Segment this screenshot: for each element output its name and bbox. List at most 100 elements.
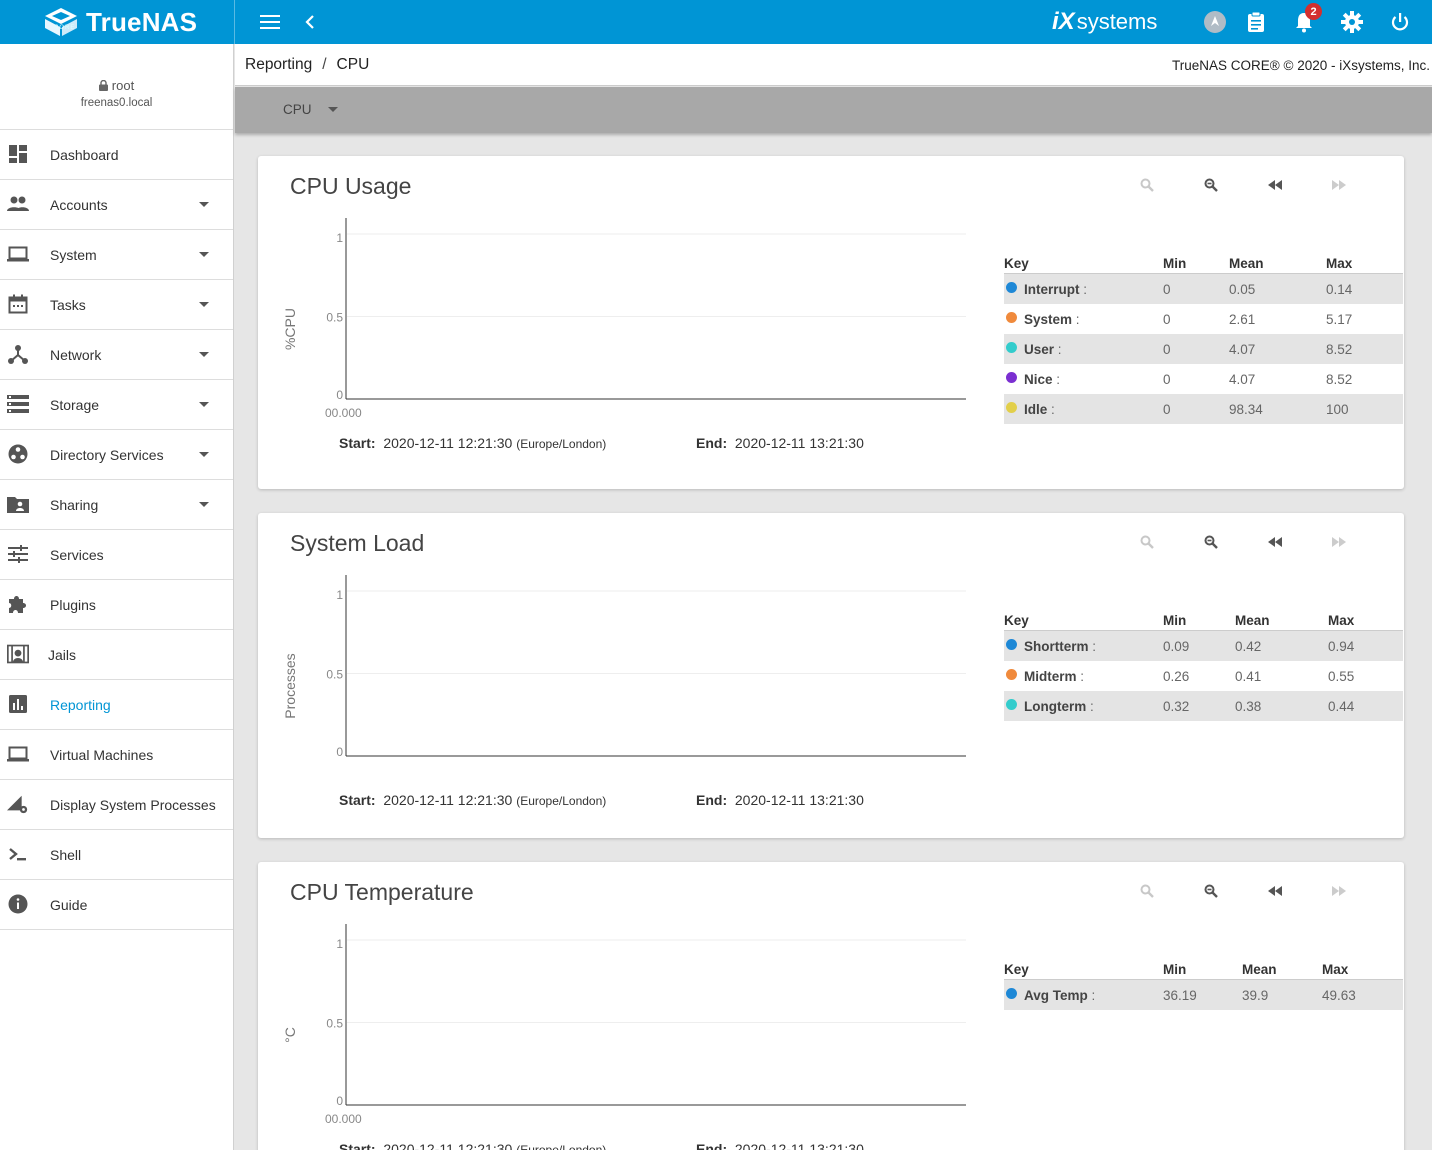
legend-key-text: Midterm: [1024, 669, 1077, 684]
report-type-value: CPU: [283, 102, 312, 117]
ixsystems-logo-systems: systems: [1076, 9, 1158, 34]
sidebar-item-tasks[interactable]: Tasks: [0, 280, 233, 330]
legend-mean-value: 2.61: [1229, 312, 1256, 327]
legend-key-colon: :: [1052, 372, 1061, 387]
sidebar-item-label: Dashboard: [50, 146, 119, 163]
legend-key-name: Midterm :: [1024, 669, 1084, 684]
sidebar-item-storage[interactable]: Storage: [0, 380, 233, 430]
sidebar-item-reporting[interactable]: Reporting: [0, 680, 233, 730]
truenas-logo[interactable]: TrueNAS CORE: [0, 0, 234, 44]
sidebar-item-virtual-machines[interactable]: Virtual Machines: [0, 730, 233, 780]
sidebar-item-label: Reporting: [50, 696, 111, 713]
start-label: Start:: [339, 1141, 376, 1150]
sidebar-item-services[interactable]: Services: [0, 530, 233, 580]
legend-row[interactable]: Longterm : 0.32 0.38 0.44: [1004, 691, 1403, 721]
y-axis-label: Processes: [282, 653, 298, 719]
storage-icon: [7, 393, 29, 415]
sidebar-item-label: Network: [50, 346, 102, 363]
sidebar-item-jails[interactable]: Jails: [0, 630, 233, 680]
breadcrumb-parent[interactable]: Reporting: [245, 56, 312, 73]
legend-key-name: Idle :: [1024, 402, 1055, 417]
legend-key-text: Longterm: [1024, 699, 1087, 714]
y-tick-label: 0: [336, 388, 343, 402]
start-label: Start:: [339, 435, 376, 451]
tune-icon: [7, 543, 29, 565]
chevron-down-icon: [327, 107, 338, 112]
sidebar-item-sharing[interactable]: Sharing: [0, 480, 233, 530]
sidebar-item-accounts[interactable]: Accounts: [0, 180, 233, 230]
legend-key-colon: :: [1088, 639, 1097, 654]
gear-icon[interactable]: [1340, 10, 1364, 34]
legend-min-value: 0: [1163, 282, 1171, 297]
legend-key-text: Idle: [1024, 402, 1048, 417]
lock-icon: [98, 80, 108, 91]
sidebar-item-dashboard[interactable]: Dashboard: [0, 130, 233, 180]
sidebar-item-label: Services: [50, 546, 104, 563]
legend-mean-value: 4.07: [1229, 342, 1256, 357]
sidebar-item-directory-services[interactable]: Directory Services: [0, 430, 233, 480]
host-name: freenas0.local: [80, 97, 153, 109]
legend-max-value: 0.14: [1326, 282, 1353, 297]
legend-key-text: System: [1024, 312, 1073, 327]
legend-row[interactable]: System : 0 2.61 5.17: [1004, 304, 1403, 334]
sidebar-item-shell[interactable]: Shell: [0, 830, 233, 880]
brand-sub: CORE: [54, 25, 76, 31]
chart-card-cpu-usage: CPU Usage 1 0.5 0 00.000 %CPU Start: 202…: [258, 156, 1404, 489]
legend-key-name: Shortterm :: [1024, 639, 1096, 654]
sidebar: root freenas0.local Dashboard Accounts S…: [0, 44, 234, 1150]
chevron-down-icon: [199, 352, 209, 357]
user-info: root freenas0.local: [0, 44, 233, 130]
y-tick-label: 1: [336, 588, 343, 602]
menu-icon[interactable]: [258, 10, 282, 34]
legend-mean-value: 0.42: [1235, 639, 1262, 654]
end-label: End:: [696, 435, 728, 451]
folder-shared-icon: [7, 493, 29, 515]
legend-header-max: Max: [1326, 256, 1353, 271]
chevron-down-icon: [199, 502, 209, 507]
legend-header-min: Min: [1163, 613, 1187, 628]
legend-key-colon: :: [1076, 669, 1085, 684]
legend-header-mean: Mean: [1229, 256, 1264, 271]
legend-key-name: Interrupt :: [1024, 282, 1087, 297]
legend-key-text: Interrupt: [1024, 282, 1080, 297]
sidebar-item-display-system-processes[interactable]: Display System Processes: [0, 780, 233, 830]
sidebar-item-label: Accounts: [50, 196, 108, 213]
y-tick-label: 0.5: [326, 311, 343, 325]
legend-color-dot: [1006, 639, 1017, 650]
logo-divider: [234, 0, 235, 44]
accounts-icon: [7, 193, 29, 215]
clipboard-icon[interactable]: [1244, 10, 1268, 34]
y-tick-label: 0.5: [326, 1017, 343, 1031]
legend-color-dot: [1006, 312, 1017, 323]
legend-row[interactable]: Midterm : 0.26 0.41 0.55: [1004, 661, 1403, 691]
legend-table: Key Min Mean Max Interrupt : 0 0.05 0.14 Sys…: [1004, 254, 1403, 424]
time-range: Start: 2020-12-11 12:21:30 (Europe/Londo…: [339, 1141, 864, 1150]
sidebar-item-plugins[interactable]: Plugins: [0, 580, 233, 630]
breadcrumb-bar: Reporting / CPU TrueNAS CORE® © 2020 - iXs…: [235, 44, 1432, 86]
legend-row[interactable]: Interrupt : 0 0.05 0.14: [1004, 274, 1403, 304]
legend-row[interactable]: Avg Temp : 36.19 39.9 49.63: [1004, 980, 1403, 1010]
legend-header-max: Max: [1328, 613, 1355, 628]
ixsystems-logo[interactable]: iX systems: [1052, 8, 1157, 36]
truecommand-icon[interactable]: [1203, 10, 1227, 34]
chevron-left-icon[interactable]: [298, 10, 322, 34]
power-icon[interactable]: [1388, 10, 1412, 34]
directory-icon: [7, 443, 29, 465]
sidebar-item-system[interactable]: System: [0, 230, 233, 280]
chart-card-system-load: System Load 1 0.5 0 Processes Start: 202…: [258, 513, 1404, 838]
legend-row[interactable]: User : 0 4.07 8.52: [1004, 334, 1403, 364]
report-type-select[interactable]: CPU: [283, 102, 338, 117]
end-value: 2020-12-11 13:21:30: [734, 792, 864, 808]
user-name: root: [111, 78, 135, 93]
start-label: Start:: [339, 792, 376, 808]
x-tick-label: 00.000: [325, 406, 362, 420]
legend-color-dot: [1006, 669, 1017, 680]
legend-row[interactable]: Idle : 0 98.34 100: [1004, 394, 1403, 424]
legend-mean-value: 0.38: [1235, 699, 1262, 714]
legend-key-name: Avg Temp :: [1024, 988, 1095, 1003]
legend-row[interactable]: Nice : 0 4.07 8.52: [1004, 364, 1403, 394]
sidebar-item-network[interactable]: Network: [0, 330, 233, 380]
legend-key-colon: :: [1087, 988, 1096, 1003]
legend-row[interactable]: Shortterm : 0.09 0.42 0.94: [1004, 631, 1403, 661]
sidebar-item-guide[interactable]: Guide: [0, 880, 233, 930]
